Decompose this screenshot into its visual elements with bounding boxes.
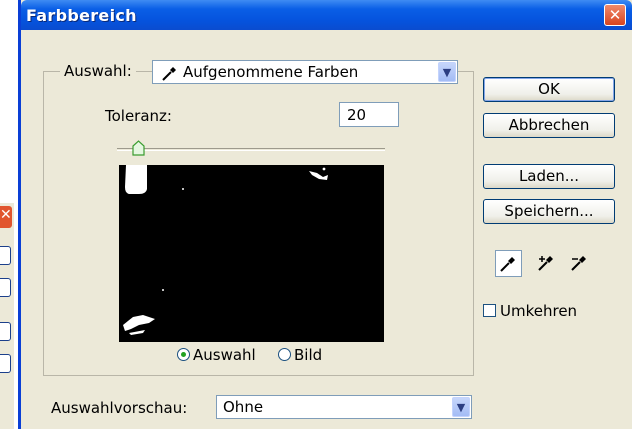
background-close-button[interactable]: [0, 206, 12, 228]
invert-label: Umkehren: [500, 302, 578, 320]
eyedropper-plus-icon[interactable]: [533, 250, 560, 277]
tolerance-slider-thumb[interactable]: [132, 140, 145, 156]
window-title: Farbbereich: [26, 6, 137, 25]
background-button-3[interactable]: [0, 322, 11, 341]
background-window: [0, 203, 14, 429]
chevron-down-icon[interactable]: ▼: [438, 62, 456, 82]
background-button-4[interactable]: [0, 354, 11, 373]
ok-button[interactable]: OK: [483, 77, 615, 102]
selection-value: Aufgenommene Farben: [183, 63, 359, 81]
cancel-button[interactable]: Abbrechen: [483, 113, 615, 138]
title-bar[interactable]: Farbbereich ✕: [21, 0, 632, 30]
color-range-dialog: Farbbereich ✕ Auswahl: Aufgenommene Farb…: [18, 0, 632, 429]
close-button[interactable]: ✕: [604, 4, 626, 26]
tolerance-value: 20: [347, 106, 367, 124]
radio-auswahl-label: Auswahl: [193, 346, 256, 364]
radio-auswahl[interactable]: Auswahl: [177, 346, 256, 364]
preview-mode-dropdown[interactable]: Ohne ▼: [216, 395, 472, 419]
radio-button[interactable]: [278, 348, 291, 361]
chevron-down-icon[interactable]: ▼: [452, 397, 470, 417]
load-button[interactable]: Laden...: [483, 164, 615, 189]
eyedropper-icon[interactable]: [495, 250, 522, 277]
eyedropper-minus-icon[interactable]: [566, 250, 593, 277]
radio-button-selected[interactable]: [177, 348, 190, 361]
tolerance-input[interactable]: 20: [339, 102, 399, 127]
radio-bild[interactable]: Bild: [278, 346, 322, 364]
invert-checkbox[interactable]: Umkehren: [483, 302, 577, 320]
checkbox[interactable]: [483, 304, 496, 317]
tolerance-slider-track[interactable]: [117, 148, 385, 151]
background-button-2[interactable]: [0, 278, 11, 297]
save-button[interactable]: Speichern...: [483, 199, 615, 224]
background-button-1[interactable]: [0, 246, 11, 265]
selection-dropdown[interactable]: Aufgenommene Farben ▼: [152, 60, 458, 84]
tolerance-label: Toleranz:: [105, 107, 172, 125]
preview-mode-value: Ohne: [223, 398, 264, 416]
preview-mode-label: Auswahlvorschau:: [51, 399, 188, 417]
eyedropper-icon: [161, 64, 179, 86]
selection-preview: [119, 165, 384, 342]
radio-bild-label: Bild: [294, 346, 323, 364]
selection-label: Auswahl:: [60, 62, 136, 80]
